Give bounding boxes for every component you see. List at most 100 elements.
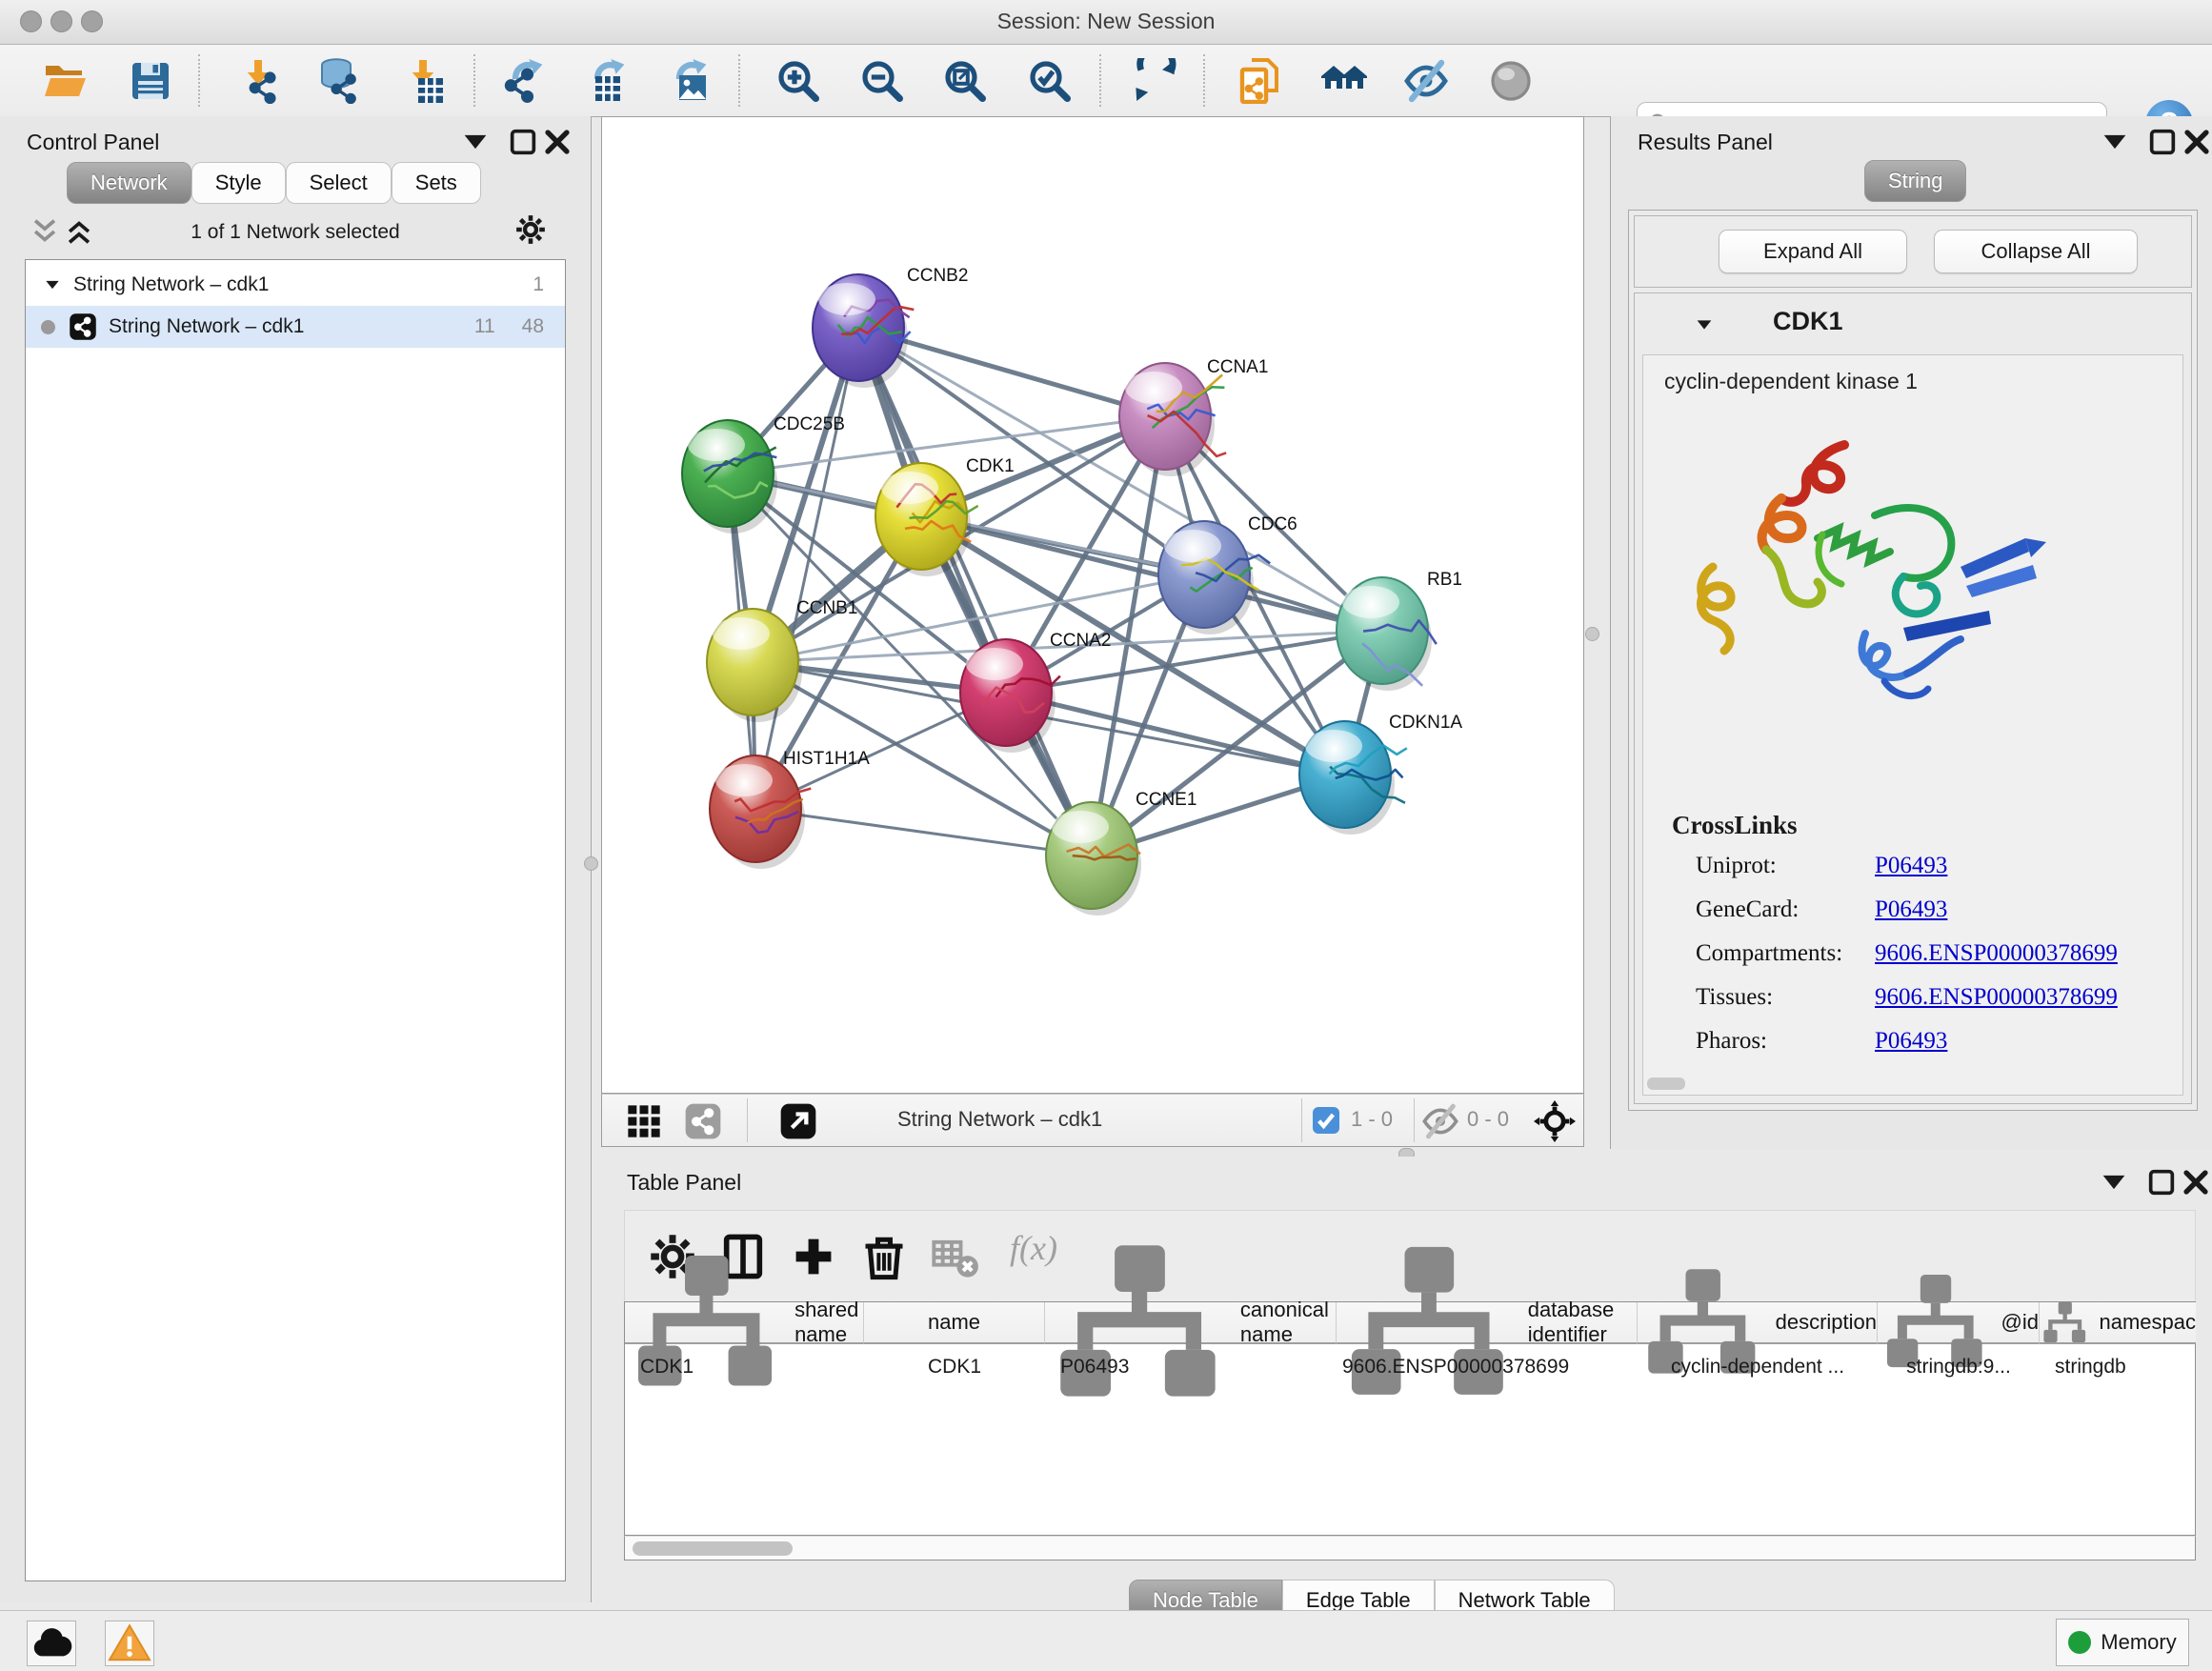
selected-nodes-checkbox[interactable] — [1311, 1105, 1341, 1136]
birdseye-grid-icon[interactable] — [625, 1102, 663, 1140]
open-session-button[interactable] — [42, 58, 88, 104]
network-node-CCNA1[interactable] — [1119, 363, 1226, 470]
column-header-description[interactable]: description — [1638, 1302, 1878, 1344]
fit-selected-icon[interactable] — [1534, 1100, 1576, 1142]
node-gloss — [688, 429, 745, 461]
network-graph[interactable]: CCNB2CCNA1CDC25BCDK1CDC6RB1CCNB1CCNA2CDK… — [602, 117, 1583, 1093]
node-gloss — [881, 472, 938, 504]
expand-all-button[interactable]: Expand All — [1719, 230, 1907, 273]
zoom-out-button[interactable] — [859, 58, 905, 104]
vertical-splitter-handle[interactable] — [584, 856, 598, 871]
share-document-button[interactable] — [1237, 58, 1282, 104]
table-cell[interactable]: CDK1 — [625, 1346, 864, 1388]
table-cell[interactable]: stringdb:9... — [1878, 1346, 2040, 1388]
tab-style[interactable]: Style — [191, 162, 286, 204]
import-network-button[interactable] — [235, 58, 281, 104]
float-panel-icon[interactable] — [2145, 1166, 2178, 1198]
gear-icon[interactable] — [514, 213, 547, 246]
table-horizontal-scrollbar[interactable] — [624, 1536, 2196, 1560]
network-edge[interactable] — [755, 809, 1092, 856]
statusbar-separator — [747, 1098, 748, 1142]
export-image-button[interactable] — [666, 58, 712, 104]
column-header-id[interactable]: @id — [1878, 1302, 2040, 1344]
network-node-CDKN1A[interactable] — [1299, 721, 1407, 828]
tab-string[interactable]: String — [1864, 160, 1966, 202]
panel-menu-icon[interactable] — [459, 126, 492, 158]
column-header-namespace[interactable]: namespac — [2040, 1302, 2196, 1344]
create-column-icon[interactable] — [789, 1232, 838, 1281]
expand-all-icon[interactable] — [63, 215, 95, 248]
table-cell[interactable]: P06493 — [1045, 1346, 1337, 1388]
network-edge[interactable] — [921, 516, 1382, 631]
scrollbar-thumb[interactable] — [633, 1541, 793, 1556]
cloud-status-icon[interactable] — [27, 1621, 76, 1666]
save-session-button[interactable] — [128, 58, 173, 104]
close-panel-icon[interactable] — [2181, 126, 2212, 158]
zoom-selected-button[interactable] — [1027, 58, 1073, 104]
results-scrollbar-thumb[interactable] — [1647, 1077, 1685, 1090]
collection-expander-icon[interactable] — [43, 275, 62, 294]
memory-button[interactable]: Memory — [2056, 1619, 2189, 1666]
network-edge[interactable] — [755, 328, 858, 809]
node-label-CCNA2: CCNA2 — [1050, 631, 1111, 651]
gene-name: CDK1 — [1773, 307, 1843, 336]
column-header-name[interactable]: name — [864, 1302, 1045, 1344]
panel-menu-icon[interactable] — [2098, 1166, 2130, 1198]
export-table-button[interactable] — [584, 58, 630, 104]
table-cell[interactable]: 9606.ENSP00000378699 — [1337, 1346, 1638, 1388]
column-header-database-identifier[interactable]: database identifier — [1337, 1302, 1638, 1344]
collapse-all-icon[interactable] — [29, 215, 61, 248]
crosslink-link[interactable]: P06493 — [1875, 853, 1947, 879]
zoom-fit-button[interactable] — [942, 58, 988, 104]
column-header-canonical-name[interactable]: canonical name — [1045, 1302, 1337, 1344]
string-results-container: Expand All Collapse All CDK1 cyclin-depe… — [1628, 210, 2198, 1111]
node-label-CCNE1: CCNE1 — [1136, 790, 1196, 810]
open-in-string-icon[interactable] — [779, 1102, 817, 1140]
toolbar-separator — [1203, 54, 1205, 107]
crosslink-label: Compartments: — [1696, 940, 1842, 967]
refresh-icon[interactable] — [1133, 58, 1178, 104]
toolbar-separator — [473, 54, 475, 107]
network-overview-icon[interactable] — [684, 1102, 722, 1140]
tab-sets[interactable]: Sets — [392, 162, 481, 204]
table-cell[interactable]: stringdb — [2040, 1346, 2196, 1388]
column-header-shared-name[interactable]: shared name — [625, 1302, 864, 1344]
network-collection-row[interactable]: String Network – cdk1 1 — [26, 264, 565, 306]
delete-column-icon[interactable] — [859, 1232, 909, 1281]
crosslink-link[interactable]: P06493 — [1875, 896, 1947, 923]
export-network-button[interactable] — [502, 58, 548, 104]
zoom-in-button[interactable] — [775, 58, 821, 104]
home-networks-button[interactable] — [1321, 58, 1367, 104]
import-table-button[interactable] — [400, 58, 446, 104]
tab-network[interactable]: Network — [67, 162, 191, 204]
collapse-all-button[interactable]: Collapse All — [1934, 230, 2138, 273]
table-cell[interactable]: cyclin-dependent ... — [1638, 1346, 1878, 1388]
show-graphics-details-button[interactable] — [1488, 58, 1534, 104]
vertical-splitter-handle[interactable] — [1585, 627, 1599, 641]
close-panel-icon[interactable] — [541, 126, 573, 158]
network-node-CCNB1[interactable] — [707, 609, 798, 715]
float-panel-icon[interactable] — [2146, 126, 2179, 158]
crosslink-link[interactable]: 9606.ENSP00000378699 — [1875, 940, 2118, 967]
float-panel-icon[interactable] — [507, 126, 539, 158]
crosslink-label: Pharos: — [1696, 1028, 1767, 1055]
crosslink-link[interactable]: P06493 — [1875, 1028, 1947, 1055]
node-gloss — [1342, 586, 1399, 618]
close-panel-icon[interactable] — [2180, 1166, 2212, 1198]
crosslink-link[interactable]: 9606.ENSP00000378699 — [1875, 984, 2118, 1011]
network-node-CDC6[interactable] — [1158, 521, 1270, 628]
tab-select[interactable]: Select — [286, 162, 392, 204]
panel-menu-icon[interactable] — [2099, 126, 2131, 158]
table-cell[interactable]: CDK1 — [864, 1346, 1045, 1388]
network-row-selected[interactable]: String Network – cdk1 11 48 — [26, 306, 565, 348]
hide-graphics-details-button[interactable] — [1403, 58, 1449, 104]
control-panel-tabs: NetworkStyleSelectSets — [67, 162, 481, 204]
column-type-icon — [2040, 1298, 2089, 1347]
import-network-from-database-button[interactable] — [315, 58, 361, 104]
section-expander-icon[interactable] — [1694, 314, 1715, 335]
node-gloss — [715, 764, 773, 796]
hidden-elements-icon[interactable] — [1421, 1102, 1459, 1140]
network-edge[interactable] — [858, 328, 1092, 856]
warnings-icon[interactable] — [105, 1621, 154, 1666]
network-view[interactable]: CCNB2CCNA1CDC25BCDK1CDC6RB1CCNB1CCNA2CDK… — [601, 116, 1584, 1094]
